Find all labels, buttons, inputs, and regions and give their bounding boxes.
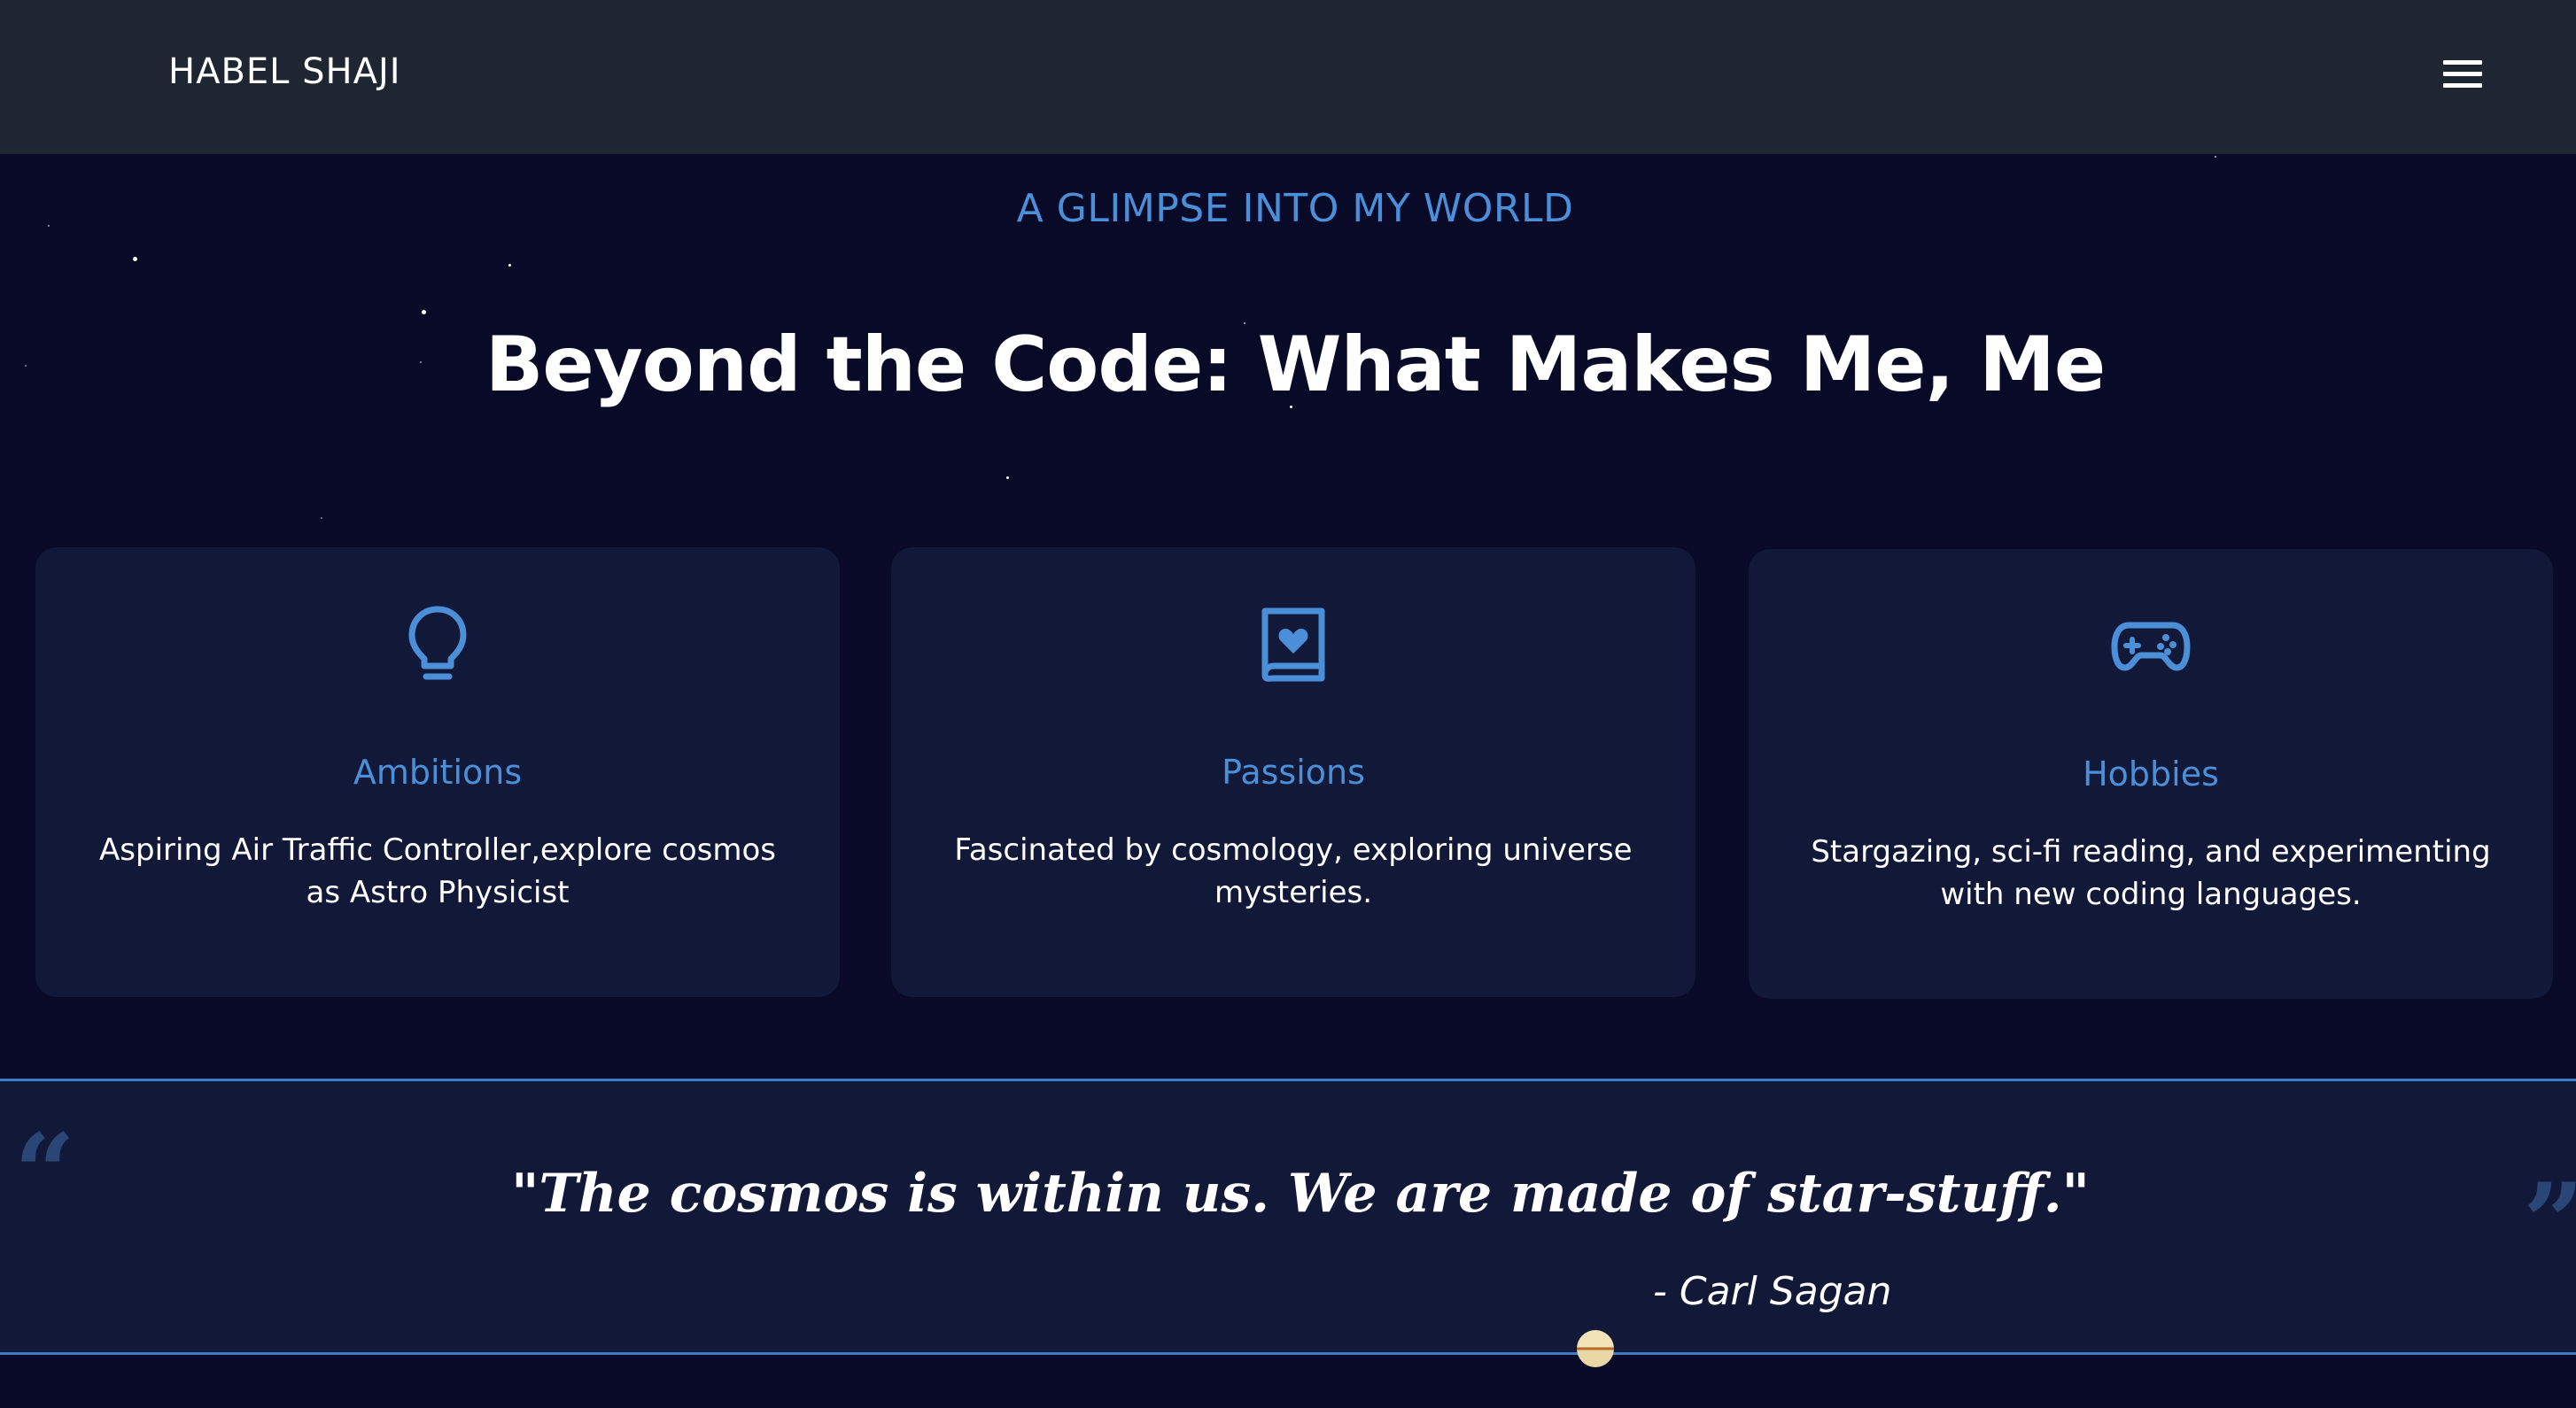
gamepad-icon: [1749, 606, 2553, 694]
card-text: Aspiring Air Traffic Controller,explore …: [99, 832, 776, 910]
card-title: Hobbies: [2083, 754, 2219, 793]
lightbulb-icon: [35, 604, 840, 692]
quote-text: "The cosmos is within us. We are made of…: [511, 1163, 2090, 1225]
card-text: Fascinated by cosmology, exploring unive…: [954, 832, 1633, 910]
quote-section: “ "The cosmos is within us. We are made …: [0, 1079, 2576, 1355]
brand-name[interactable]: HABEL SHAJI: [168, 51, 401, 92]
star: [508, 264, 511, 267]
card-hobbies: Hobbies Stargazing, sci-fi reading, and …: [1749, 549, 2553, 999]
section-title: Beyond the Code: What Makes Me, Me: [485, 321, 2106, 409]
quote-author: - Carl Sagan: [1653, 1269, 1892, 1314]
star: [1006, 476, 1009, 479]
hamburger-icon[interactable]: [2443, 58, 2486, 92]
star: [2215, 156, 2216, 158]
card-title: Passions: [1222, 753, 1365, 792]
close-quote-icon: ”: [2523, 1170, 2576, 1276]
card-title: Ambitions: [353, 753, 523, 792]
card-text: Stargazing, sci-fi reading, and experime…: [1811, 834, 2491, 912]
star: [133, 257, 137, 261]
section-eyebrow: A GLIMPSE INTO MY WORLD: [1016, 186, 1574, 231]
card-passions: Passions Fascinated by cosmology, explor…: [891, 547, 1695, 997]
planet-icon: [1577, 1330, 1614, 1367]
top-navbar: HABEL SHAJI: [0, 0, 2576, 154]
book-heart-icon: [891, 604, 1695, 692]
star: [422, 310, 426, 314]
card-ambitions: Ambitions Aspiring Air Traffic Controlle…: [35, 547, 840, 997]
star: [321, 517, 322, 519]
